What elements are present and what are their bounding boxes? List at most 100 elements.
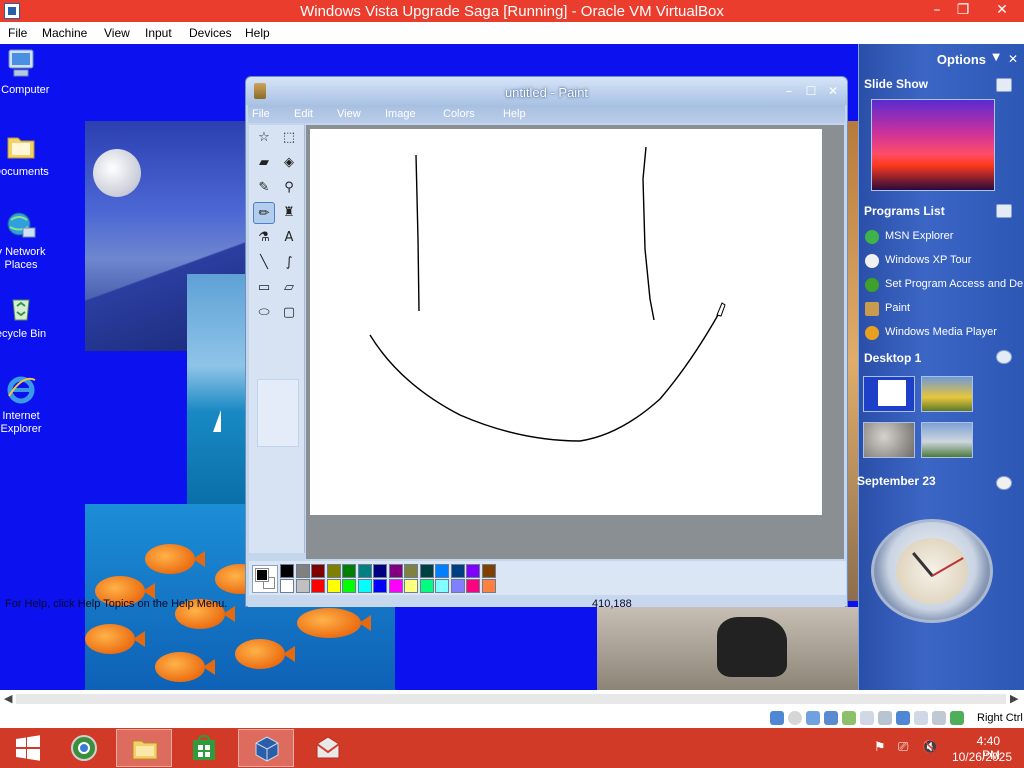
display-icon[interactable]	[878, 711, 892, 725]
polygon-icon[interactable]: ⏥	[278, 277, 300, 299]
host-menu-file[interactable]: File	[8, 26, 27, 40]
curve-icon[interactable]: ∫	[278, 252, 300, 274]
desktop-icon-recycle-bin[interactable]: ecycle Bin	[0, 292, 56, 341]
magnifier-icon[interactable]: ⚲	[278, 177, 300, 199]
line-icon[interactable]: ╲	[253, 252, 275, 274]
palette-swatch[interactable]	[295, 579, 310, 593]
paint-title-bar[interactable]: untitled - Paint – ☐ ✕	[246, 77, 847, 105]
palette-swatch[interactable]	[404, 579, 418, 593]
palette-swatch[interactable]	[419, 579, 434, 593]
palette-swatch[interactable]	[481, 564, 496, 578]
host-menu-devices[interactable]: Devices	[189, 26, 232, 40]
brush-icon[interactable]: ♜	[278, 202, 300, 224]
text-icon[interactable]: A	[278, 227, 300, 249]
palette-swatch[interactable]	[342, 564, 356, 578]
ellipse-icon[interactable]: ⬭	[253, 302, 275, 324]
paint-menu-image[interactable]: Image	[385, 108, 416, 120]
color-picker-icon[interactable]: ✎	[253, 177, 275, 199]
desktop-thumbnail-2[interactable]	[921, 376, 973, 412]
shared-folders-icon[interactable]	[860, 711, 874, 725]
host-close-button[interactable]: ✕	[980, 0, 1024, 22]
paint-menu-edit[interactable]: Edit	[294, 108, 313, 120]
hard-disk-icon[interactable]	[770, 711, 784, 725]
pencil-icon[interactable]: ✏	[253, 202, 275, 224]
mouse-integration-icon[interactable]	[932, 711, 946, 725]
action-center-flag-icon[interactable]: ⚑	[874, 740, 886, 755]
cpu-icon[interactable]	[914, 711, 928, 725]
guest-additions-icon[interactable]	[950, 711, 964, 725]
palette-swatch[interactable]	[280, 564, 294, 578]
palette-swatch[interactable]	[326, 579, 341, 593]
desktop-icon-network-places[interactable]: y Network Places	[0, 210, 56, 272]
chevron-down-icon[interactable]: ▼	[992, 52, 1000, 63]
palette-swatch[interactable]	[450, 564, 465, 578]
palette-swatch[interactable]	[481, 579, 496, 593]
rect-select-icon[interactable]: ⬚	[278, 127, 300, 149]
free-select-icon[interactable]: ☆	[253, 127, 275, 149]
taskbar-date[interactable]: 10/26/2025	[950, 750, 1012, 764]
scrollbar-track[interactable]	[16, 694, 1006, 704]
rounded-rect-icon[interactable]: ▢	[278, 302, 300, 324]
guest-horizontal-scrollbar[interactable]: ◀ ▶	[0, 690, 1024, 708]
palette-swatch[interactable]	[466, 579, 480, 593]
audio-icon[interactable]	[806, 711, 820, 725]
program-paint[interactable]: Paint	[863, 300, 1023, 318]
host-menu-help[interactable]: Help	[245, 26, 270, 40]
program-windows-xp-tour[interactable]: Windows XP Tour	[863, 252, 1023, 270]
paint-menu-help[interactable]: Help	[503, 108, 526, 120]
sidebar-options-label[interactable]: Options	[937, 52, 986, 67]
camera-icon[interactable]	[996, 78, 1012, 92]
palette-swatch[interactable]	[342, 579, 356, 593]
palette-swatch[interactable]	[357, 564, 372, 578]
desktop-icon-internet-explorer[interactable]: Internet Explorer	[0, 374, 56, 436]
paint-menu-colors[interactable]: Colors	[443, 108, 475, 120]
desktop-gadget-icon[interactable]	[996, 350, 1012, 364]
palette-swatch[interactable]	[435, 564, 449, 578]
taskbar-file-explorer[interactable]	[116, 729, 172, 767]
paint-maximize-button[interactable]: ☐	[802, 83, 820, 99]
palette-swatch[interactable]	[466, 564, 480, 578]
host-menu-machine[interactable]: Machine	[42, 26, 87, 40]
paint-window[interactable]: untitled - Paint – ☐ ✕ File Edit View Im…	[245, 76, 848, 607]
airbrush-icon[interactable]: ⚗	[253, 227, 275, 249]
desktop-icon-my-computer[interactable]: y Computer	[0, 48, 56, 97]
desktop-thumbnail-3[interactable]	[863, 422, 915, 458]
taskbar-app[interactable]	[300, 729, 356, 767]
optical-drive-icon[interactable]	[788, 711, 802, 725]
host-restore-button[interactable]: ❐	[946, 0, 980, 22]
video-capture-icon[interactable]	[896, 711, 910, 725]
program-windows-media-player[interactable]: Windows Media Player	[863, 324, 1023, 342]
paint-menu-file[interactable]: File	[252, 108, 270, 120]
desktop-thumbnail-1[interactable]	[863, 376, 915, 412]
usb-icon[interactable]	[842, 711, 856, 725]
palette-swatch[interactable]	[388, 564, 403, 578]
palette-swatch[interactable]	[280, 579, 294, 593]
palette-swatch[interactable]	[435, 579, 449, 593]
close-icon[interactable]: ✕	[1008, 52, 1018, 66]
scroll-right-icon[interactable]: ▶	[1010, 692, 1018, 705]
desktop-icon-my-documents[interactable]: Documents	[0, 130, 56, 179]
program-set-access[interactable]: Set Program Access and Defaults	[863, 276, 1023, 294]
network-adapter-icon[interactable]	[824, 711, 838, 725]
palette-swatch[interactable]	[404, 564, 418, 578]
scroll-left-icon[interactable]: ◀	[4, 692, 12, 705]
palette-swatch[interactable]	[373, 564, 387, 578]
rectangle-icon[interactable]: ▭	[253, 277, 275, 299]
palette-swatch[interactable]	[295, 564, 310, 578]
program-msn-explorer[interactable]: MSN Explorer	[863, 228, 1023, 246]
paint-menu-view[interactable]: View	[337, 108, 361, 120]
palette-swatch[interactable]	[311, 579, 325, 593]
palette-swatch[interactable]	[373, 579, 387, 593]
desktop-thumbnail-4[interactable]	[921, 422, 973, 458]
current-colors[interactable]	[252, 565, 278, 593]
host-menu-input[interactable]: Input	[145, 26, 172, 40]
tool-options-panel[interactable]	[257, 379, 299, 447]
taskbar-store[interactable]	[176, 729, 232, 767]
paint-close-button[interactable]: ✕	[824, 83, 842, 99]
host-menu-view[interactable]: View	[104, 26, 130, 40]
palette-swatch[interactable]	[326, 564, 341, 578]
notepad-icon[interactable]	[996, 204, 1012, 218]
palette-swatch[interactable]	[450, 579, 465, 593]
network-status-icon[interactable]: ⎚	[898, 740, 908, 755]
palette-swatch[interactable]	[357, 579, 372, 593]
